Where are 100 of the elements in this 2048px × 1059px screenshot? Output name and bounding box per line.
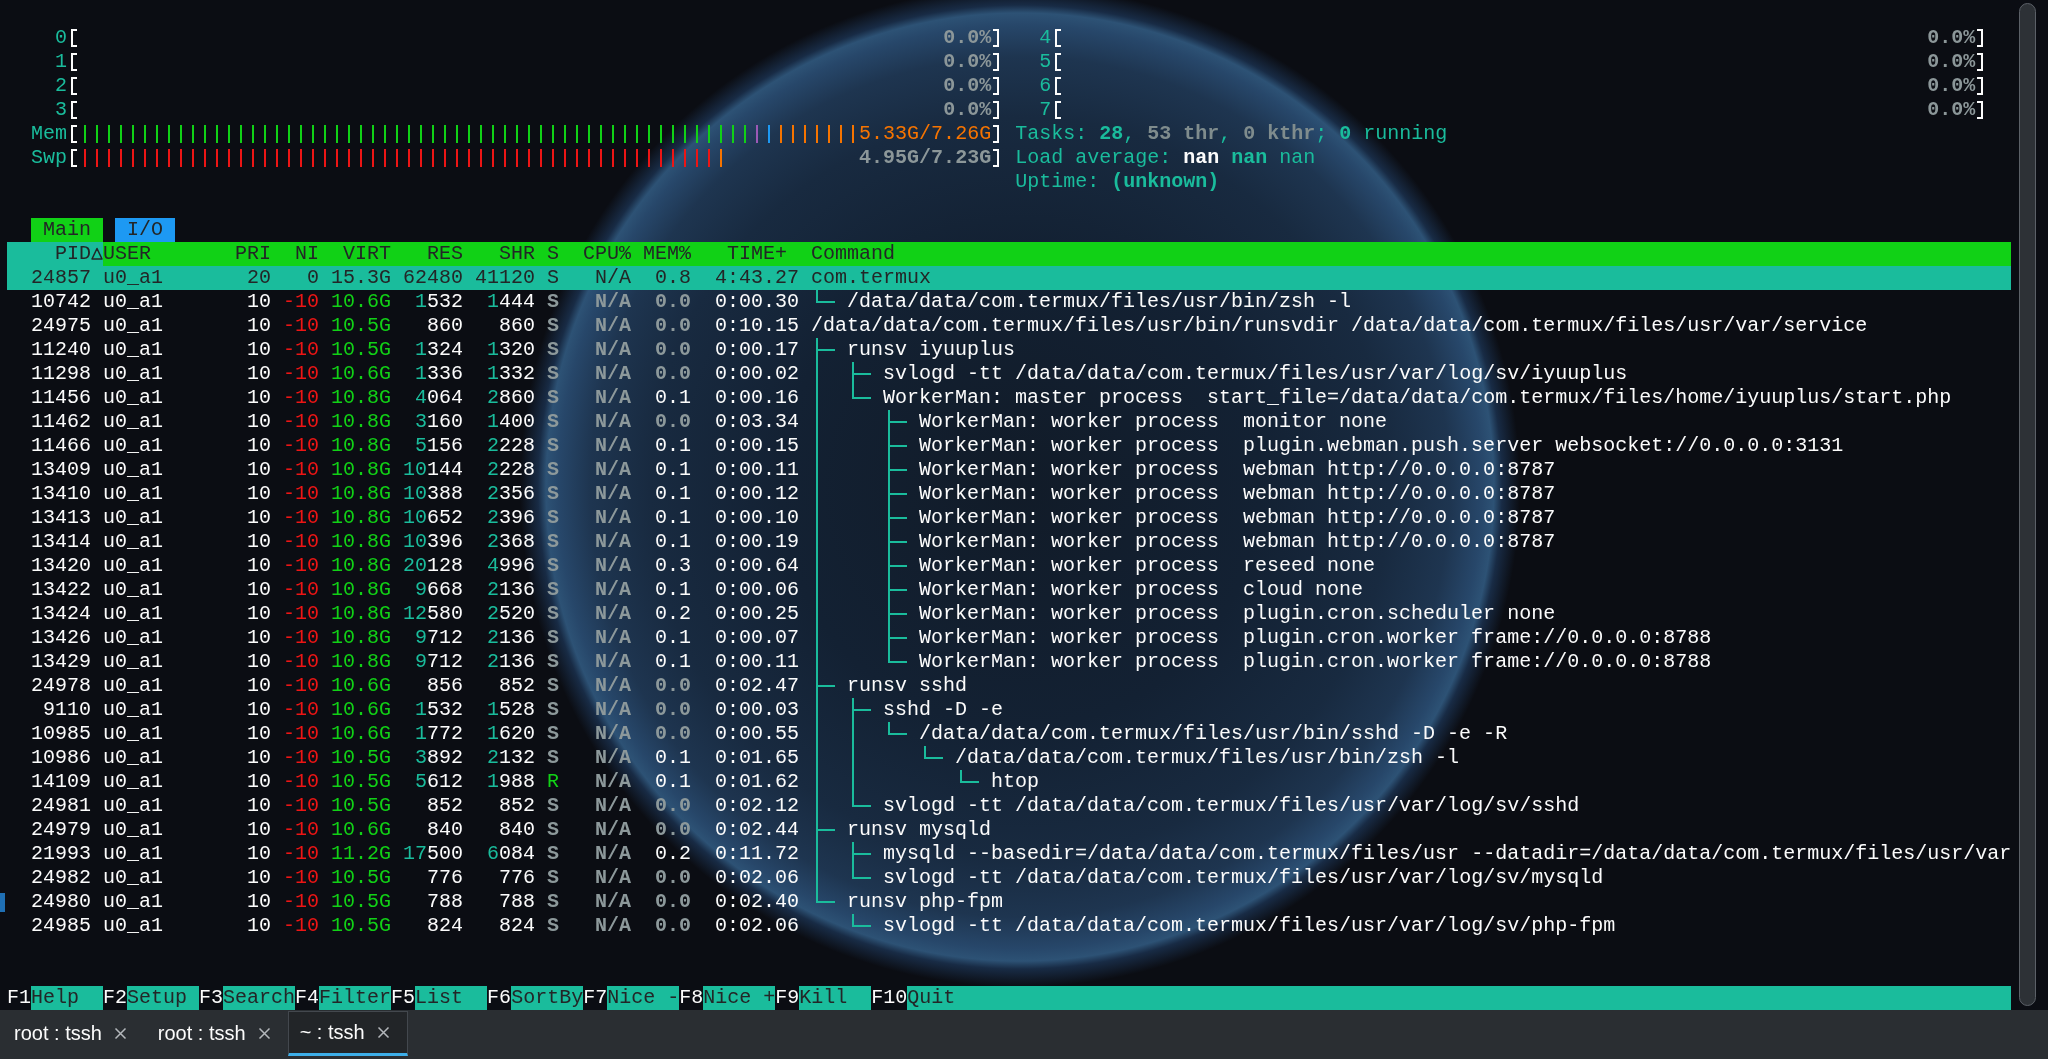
screen-tab[interactable]: Main	[31, 218, 103, 242]
cpu-time: 0:00.11	[715, 650, 800, 674]
process-row[interactable]: 13409 u0_a1 10 -10 10.8G 10144 2228 S N/A 0.1 0:00.11 WorkerMan: worker process webman http://0.0.0.0:8787	[7, 458, 2012, 482]
nice-value: -10	[283, 626, 319, 650]
user-name: u0_a1	[103, 434, 163, 458]
process-row[interactable]: 24978 u0_a1 10 -10 10.6G 856 852 S N/A 0.0 0:02.47 runsv sshd	[7, 674, 2012, 698]
memory-usage-reading: 5.33G/7.26G	[859, 122, 992, 146]
function-key-button[interactable]: Nice +	[703, 986, 776, 1010]
cpu-time: 0:00.03	[715, 698, 800, 722]
process-row[interactable]: 24979 u0_a1 10 -10 10.6G 840 840 S N/A 0.0 0:02.44 runsv mysqld	[7, 818, 2012, 842]
function-key-button[interactable]: Kill	[799, 986, 872, 1010]
user-name: u0_a1	[103, 866, 163, 890]
column-header[interactable]: PRI	[235, 242, 272, 266]
function-key-button[interactable]: Setup	[127, 986, 200, 1010]
process-state: R	[547, 770, 560, 794]
process-row[interactable]: 10986 u0_a1 10 -10 10.5G 3892 2132 S N/A 0.1 0:01.65 /data/data/com.termux/files/usr/bin/zsh -l	[7, 746, 2012, 770]
process-row[interactable]: 10985 u0_a1 10 -10 10.6G 1772 1620 S N/A 0.0 0:00.55 /data/data/com.termux/files/usr/bin/sshd -D -e -R	[7, 722, 2012, 746]
close-icon[interactable]	[113, 1027, 127, 1040]
process-row[interactable]: 13420 u0_a1 10 -10 10.8G 20128 4996 S N/A 0.3 0:00.64 WorkerMan: worker process reseed none	[7, 554, 2012, 578]
close-icon[interactable]	[376, 1026, 390, 1039]
process-row[interactable]: 13413 u0_a1 10 -10 10.8G 10652 2396 S N/A 0.1 0:00.10 WorkerMan: worker process webman http://0.0.0.0:8787	[7, 506, 2012, 530]
memory-percent: 0.0	[655, 338, 691, 362]
function-key-button[interactable]: Nice -	[607, 986, 680, 1010]
priority-value: 10	[247, 722, 271, 746]
terminal-tab[interactable]: root : tssh	[0, 1011, 144, 1056]
resident-memory-value: 62480	[403, 266, 463, 290]
user-name: u0_a1	[103, 722, 163, 746]
process-row[interactable]: 11466 u0_a1 10 -10 10.8G 5156 2228 S N/A 0.1 0:00.15 WorkerMan: worker process plugin.webman.push.server websocket://0.0.0.0:3131	[7, 434, 2012, 458]
process-row[interactable]: 14109 u0_a1 10 -10 10.5G 5612 1988 R N/A 0.1 0:01.62 htop	[7, 770, 2012, 794]
process-row[interactable]: 10742 u0_a1 10 -10 10.6G 1532 1444 S N/A 0.0 0:00.30 /data/data/com.termux/files/usr/bin/zsh -l	[7, 290, 2012, 314]
memory-percent: 0.0	[655, 914, 691, 938]
column-header[interactable]: TIME+	[727, 242, 788, 266]
priority-value: 10	[247, 698, 271, 722]
column-header[interactable]: VIRT	[343, 242, 392, 266]
pid-text: 10985	[31, 722, 91, 746]
process-row[interactable]: 13429 u0_a1 10 -10 10.8G 9712 2136 S N/A 0.1 0:00.11 WorkerMan: worker process plugin.cron.worker frame://0.0.0.0:8788	[7, 650, 2012, 674]
process-row[interactable]: 13424 u0_a1 10 -10 10.8G 12580 2520 S N/A 0.2 0:00.25 WorkerMan: worker process plugin.cron.scheduler none	[7, 602, 2012, 626]
process-row[interactable]: 13426 u0_a1 10 -10 10.8G 9712 2136 S N/A 0.1 0:00.07 WorkerMan: worker process plugin.cron.worker frame://0.0.0.0:8788	[7, 626, 2012, 650]
process-row[interactable]: 11456 u0_a1 10 -10 10.8G 4064 2860 S N/A 0.1 0:00.16 WorkerMan: master process start_file=/data/data/com.termux/files/home/iyuuplus/start.php	[7, 386, 2012, 410]
pid-text: 9110	[43, 698, 91, 722]
shared-memory-value: 852	[499, 674, 535, 698]
memory-percent: 0.8	[655, 266, 691, 290]
process-row[interactable]: 9110 u0_a1 10 -10 10.6G 1532 1528 S N/A 0.0 0:00.03 sshd -D -e	[7, 698, 2012, 722]
terminal-tab[interactable]: root : tssh	[143, 1011, 288, 1056]
process-row[interactable]: 24857 u0_a1 20 0 15.3G 62480 41120 S N/A 0.8 4:43.27 com.termux	[7, 266, 2012, 290]
column-header[interactable]: Command	[811, 242, 896, 266]
nice-value: -10	[283, 554, 319, 578]
priority-value: 10	[247, 482, 271, 506]
resident-memory-value: 852	[427, 794, 463, 818]
column-header[interactable]: RES	[427, 242, 464, 266]
key-hint: F6	[487, 986, 512, 1010]
process-row[interactable]: 11462 u0_a1 10 -10 10.8G 3160 1400 S N/A 0.0 0:03.34 WorkerMan: worker process monitor none	[7, 410, 2012, 434]
cpu-time: 0:00.17	[715, 338, 800, 362]
column-header[interactable]: NI	[295, 242, 320, 266]
pid-text: 13413	[31, 506, 91, 530]
function-key-button[interactable]: SortBy	[511, 986, 584, 1010]
cpu-time: 0:03.34	[715, 410, 800, 434]
tree-branch-icon	[816, 458, 908, 482]
process-row[interactable]: 21993 u0_a1 10 -10 11.2G 17500 6084 S N/A 0.2 0:11.72 mysqld --basedir=/data/data/com.termux/files/usr --datadir=/data/data/com.termux/files/usr/var	[7, 842, 2012, 866]
process-row[interactable]: 13410 u0_a1 10 -10 10.8G 10388 2356 S N/A 0.1 0:00.12 WorkerMan: worker process webman http://0.0.0.0:8787	[7, 482, 2012, 506]
user-name: u0_a1	[103, 890, 163, 914]
process-row[interactable]: 13414 u0_a1 10 -10 10.8G 10396 2368 S N/A 0.1 0:00.19 WorkerMan: worker process webman http://0.0.0.0:8787	[7, 530, 2012, 554]
terminal-tab[interactable]: ~ : tssh	[287, 1011, 408, 1056]
column-header[interactable]: USER	[103, 242, 152, 266]
scrollbar-thumb[interactable]	[2019, 3, 2036, 1006]
command-text: WorkerMan: worker process webman http://0.0.0.0:8787	[919, 506, 1556, 530]
pid-text: 10742	[31, 290, 91, 314]
function-key-button[interactable]: Quit	[907, 986, 2012, 1010]
nice-value: -10	[283, 818, 319, 842]
swap-label: Swp	[31, 146, 67, 170]
screen-tab[interactable]: I/O	[115, 218, 176, 242]
function-key-button[interactable]: Filter	[319, 986, 392, 1010]
column-header[interactable]: S	[547, 242, 560, 266]
function-key-button[interactable]: Help	[31, 986, 103, 1010]
process-row[interactable]: 24985 u0_a1 10 -10 10.5G 824 824 S N/A 0.0 0:02.06 svlogd -tt /data/data/com.termux/files/usr/var/log/sv/php-fpm	[7, 914, 2012, 938]
memory-percent: 0.1	[655, 434, 691, 458]
process-row[interactable]: 13422 u0_a1 10 -10 10.8G 9668 2136 S N/A 0.1 0:00.06 WorkerMan: worker process cloud none	[7, 578, 2012, 602]
process-row[interactable]: 24981 u0_a1 10 -10 10.5G 852 852 S N/A 0.0 0:02.12 svlogd -tt /data/data/com.termux/files/usr/var/log/sv/sshd	[7, 794, 2012, 818]
process-state: S	[547, 554, 560, 578]
column-header[interactable]: PID	[7, 242, 103, 266]
column-header[interactable]: CPU%	[583, 242, 632, 266]
cpu-time: 0:00.30	[715, 290, 800, 314]
process-row[interactable]: 24975 u0_a1 10 -10 10.5G 860 860 S N/A 0.0 0:10.15 /data/data/com.termux/files/usr/bin/runsvdir /data/data/com.termux/files/usr/var/service	[7, 314, 2012, 338]
column-header[interactable]: SHR	[499, 242, 536, 266]
process-row[interactable]: 11240 u0_a1 10 -10 10.5G 1324 1320 S N/A 0.0 0:00.17 runsv iyuuplus	[7, 338, 2012, 362]
process-row[interactable]: 24982 u0_a1 10 -10 10.5G 776 776 S N/A 0.0 0:02.06 svlogd -tt /data/data/com.termux/files/usr/var/log/sv/mysqld	[7, 866, 2012, 890]
cpu-percent: N/A	[595, 458, 631, 482]
close-icon[interactable]	[257, 1027, 271, 1040]
resident-memory-value: 4064	[415, 386, 463, 410]
shared-memory-value: 1528	[487, 698, 535, 722]
column-header[interactable]: MEM%	[643, 242, 692, 266]
function-key-button[interactable]: List	[415, 986, 488, 1010]
process-row[interactable]: 24980 u0_a1 10 -10 10.5G 788 788 S N/A 0.0 0:02.40 runsv php-fpm	[7, 890, 2012, 914]
tree-branch-icon	[816, 530, 908, 554]
function-key-button[interactable]: Search	[223, 986, 296, 1010]
user-name: u0_a1	[103, 602, 163, 626]
process-row[interactable]: 11298 u0_a1 10 -10 10.6G 1336 1332 S N/A 0.0 0:00.02 svlogd -tt /data/data/com.termux/files/usr/var/log/sv/iyuuplus	[7, 362, 2012, 386]
command-text: runsv sshd	[847, 674, 968, 698]
virtual-memory-value: 10.5G	[331, 746, 391, 770]
memory-percent: 0.0	[655, 698, 691, 722]
